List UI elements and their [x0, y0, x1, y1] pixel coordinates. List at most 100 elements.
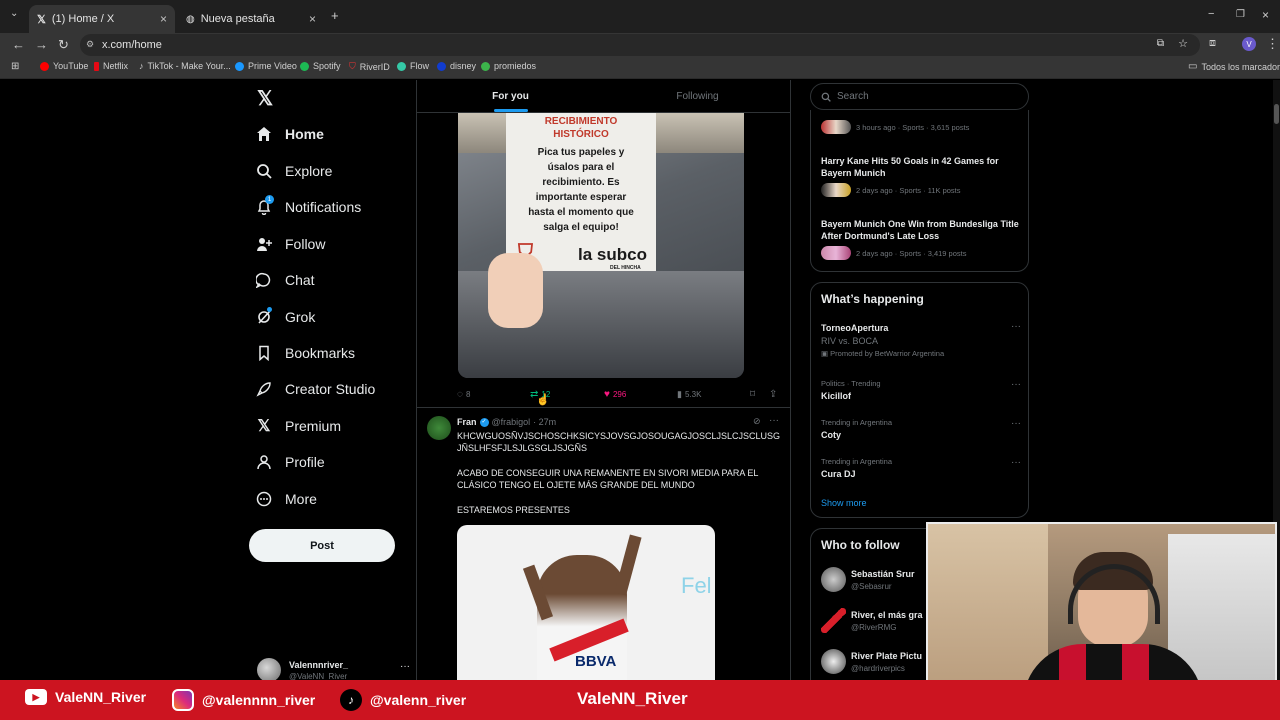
nav-bookmarks[interactable]: Bookmarks: [255, 344, 355, 362]
close-tab-icon[interactable]: ×: [309, 12, 316, 26]
tab-label: For you: [492, 90, 529, 102]
bookmark-label: YouTube: [53, 61, 89, 71]
news-item[interactable]: Harry Kane Hits 50 Goals in 42 Games for…: [821, 155, 1021, 197]
bookmark-prime-video[interactable]: Prime Video: [235, 61, 297, 71]
trend-name: Coty: [821, 430, 841, 440]
extensions-icon[interactable]: ⧈: [1209, 37, 1216, 50]
promiedos-icon: [481, 61, 490, 71]
tab-for-you[interactable]: For you: [417, 80, 604, 112]
tab-new-tab[interactable]: ◍ Nueva pestaña ×: [178, 5, 324, 33]
rocket-icon: [255, 380, 273, 398]
nav-creator-studio[interactable]: Creator Studio: [255, 380, 375, 398]
bookmark-star-icon[interactable]: ☆: [1178, 37, 1188, 50]
tweet-author-name[interactable]: Fran: [457, 417, 477, 427]
nav-profile[interactable]: Profile: [255, 453, 325, 471]
tweet-author-avatar[interactable]: [427, 416, 451, 440]
stream-social-bar: ▶ ValeNN_River @valennnn_river ♪ @valenn…: [0, 680, 1280, 720]
views-button[interactable]: ▮ 5.3K: [677, 389, 701, 400]
search-input[interactable]: Search: [810, 83, 1029, 110]
news-item[interactable]: Bayern Munich One Win from Bundesliga Ti…: [821, 218, 1021, 260]
install-app-icon[interactable]: ⧉: [1157, 38, 1164, 49]
bookmark-promiedos[interactable]: promiedos: [481, 61, 536, 71]
nav-notifications[interactable]: 1 Notifications: [255, 195, 361, 216]
trend-item[interactable]: Trending in Argentina Cura DJ ···: [821, 457, 1021, 479]
scrollbar-thumb[interactable]: [1274, 104, 1279, 124]
tweet-time[interactable]: · 27m: [533, 417, 556, 427]
prime-video-icon: [235, 61, 244, 71]
reply-count: 8: [465, 389, 471, 399]
share-icon[interactable]: ⇪: [769, 389, 777, 400]
trend-subtitle: RIV vs. BOCA: [821, 336, 879, 346]
reload-icon[interactable]: ↻: [58, 37, 69, 53]
like-button[interactable]: ♥ 296: [604, 389, 626, 400]
bookmark-riverid[interactable]: ⛉ RiverID: [349, 61, 390, 72]
tweet-image[interactable]: RECIBIMIENTO HISTÓRICO Pica tus papeles …: [458, 113, 744, 378]
address-row: ← → ↻ ⚙ x.com/home ⧉ ☆ ⧈ V ⋮: [0, 33, 1280, 57]
trend-item[interactable]: Trending in Argentina Coty ···: [821, 418, 1021, 440]
minimize-button[interactable]: −: [1208, 8, 1214, 20]
news-meta: 3 hours ago · Sports · 3,615 posts: [856, 123, 970, 132]
bookmark-flow[interactable]: Flow: [397, 61, 429, 71]
search-placeholder: Search: [837, 91, 869, 102]
close-tab-icon[interactable]: ×: [160, 12, 167, 26]
more-dots-icon[interactable]: ···: [1011, 457, 1021, 468]
forward-icon[interactable]: →: [35, 37, 48, 52]
apps-grid-icon[interactable]: ⊞: [11, 61, 19, 72]
tweet-media[interactable]: BBVA Fel: [457, 525, 715, 680]
bookmark-label: Flow: [410, 61, 430, 71]
bookmark-icon[interactable]: ⌑: [750, 389, 755, 400]
more-circle-icon: [255, 490, 273, 508]
tab-home-x[interactable]: 𝕏 (1) Home / X ×: [29, 5, 175, 33]
profile-avatar[interactable]: V: [1242, 37, 1256, 51]
follow-name: River Plate Pictu: [851, 651, 923, 661]
nav-premium[interactable]: 𝕏 Premium: [255, 417, 341, 435]
maximize-button[interactable]: ❐: [1236, 9, 1245, 20]
more-dots-icon[interactable]: ···: [1011, 379, 1021, 390]
nav-explore[interactable]: Explore: [255, 162, 332, 180]
bookmark-youtube[interactable]: YouTube: [40, 61, 88, 71]
spotify-icon: [300, 61, 309, 71]
nav-follow[interactable]: Follow: [255, 235, 325, 253]
tweet-header: Fran ✓ @frabigol · 27m: [457, 417, 556, 427]
trend-item[interactable]: TorneoApertura RIV vs. BOCA ▣ Promoted b…: [821, 321, 1021, 359]
bookmark-disney[interactable]: disney: [437, 61, 476, 71]
nav-label: Home: [285, 126, 324, 142]
bookmark-spotify[interactable]: Spotify: [300, 61, 341, 71]
trend-category: Trending in Argentina: [821, 418, 893, 427]
nav-grok[interactable]: Grok: [255, 307, 315, 326]
url-bar[interactable]: ⚙ x.com/home ⧉ ☆: [80, 34, 1200, 56]
back-icon[interactable]: ←: [12, 37, 25, 52]
nav-home[interactable]: Home: [255, 125, 324, 143]
more-dots-icon[interactable]: ···: [1011, 418, 1021, 429]
disney-icon: [437, 61, 446, 71]
views-icon: ▮: [677, 388, 682, 399]
more-dots-icon[interactable]: ···: [400, 661, 410, 672]
tab-following[interactable]: Following: [604, 80, 790, 112]
bookmark-netflix[interactable]: Netflix: [94, 61, 128, 71]
bookmark-tiktok[interactable]: ♪ TikTok - Make Your...: [139, 61, 231, 71]
nav-label: Creator Studio: [285, 381, 376, 397]
tab-search-icon[interactable]: ⌄: [10, 8, 18, 19]
more-dots-icon[interactable]: ···: [769, 415, 779, 426]
tweet-actions: ◌ 8 ⇄ 12 ♥ 296 ▮ 5.3K ⌑ ⇪: [457, 388, 787, 400]
nav-more[interactable]: More: [255, 490, 317, 508]
menu-dots-icon[interactable]: ⋮: [1266, 36, 1279, 52]
trend-item[interactable]: Politics · Trending Kicillof ···: [821, 379, 1021, 401]
promoted-icon: ▣: [821, 349, 831, 358]
account-switcher[interactable]: Valennnriver_ @ValeNN_River ···: [257, 658, 417, 682]
show-more-link[interactable]: Show more: [821, 498, 867, 508]
nav-chat[interactable]: Chat: [255, 271, 315, 289]
post-button[interactable]: Post: [249, 529, 395, 562]
flyer-line: salga el equipo!: [543, 222, 619, 233]
all-bookmarks-folder[interactable]: ▭Todos los marcadores: [1188, 61, 1280, 72]
x-logo-icon[interactable]: 𝕏: [257, 86, 273, 111]
site-info-icon[interactable]: ⚙: [86, 39, 94, 50]
grok-icon[interactable]: ⊘: [753, 416, 761, 427]
heart-icon: ♥: [604, 388, 610, 400]
reply-button[interactable]: ◌ 8: [457, 389, 470, 400]
more-dots-icon[interactable]: ···: [1011, 321, 1021, 332]
flyer-header: RECIBIMIENTO: [544, 116, 618, 127]
close-window-button[interactable]: ×: [1262, 8, 1269, 22]
new-tab-button[interactable]: +: [331, 8, 339, 23]
tweet-author-handle[interactable]: @frabigol: [492, 417, 531, 427]
